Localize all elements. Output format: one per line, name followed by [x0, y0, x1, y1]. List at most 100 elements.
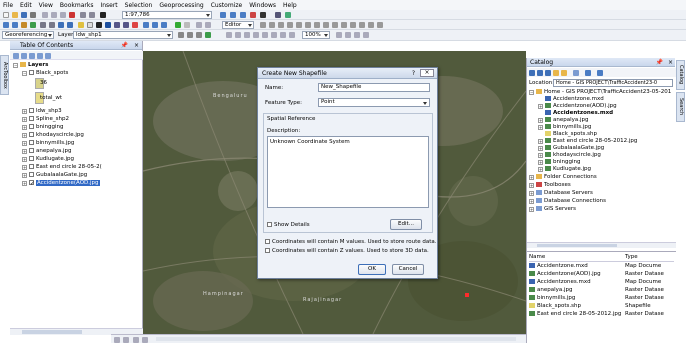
layer-select[interactable]: ldw_shp1: [73, 31, 173, 39]
table-row[interactable]: East end circle 28-05-2012.jpg Raster Dat…: [529, 311, 674, 318]
python-icon[interactable]: [260, 12, 266, 18]
create-features-icon[interactable]: [377, 22, 383, 28]
catalog-item-binnymills[interactable]: + binnymills.jpg: [538, 124, 591, 131]
zoom-whole-page-icon[interactable]: [253, 32, 259, 38]
catalog-item-bningging[interactable]: + bningging: [538, 159, 580, 166]
point-icon[interactable]: [305, 22, 311, 28]
edit-vertices-icon[interactable]: [314, 22, 320, 28]
menu-file[interactable]: File: [3, 2, 13, 9]
forward-extent-icon[interactable]: [67, 22, 73, 28]
catalog-tree-scrollbar[interactable]: [527, 242, 676, 248]
attributes-icon[interactable]: [359, 22, 365, 28]
zoom-out-icon[interactable]: [12, 22, 18, 28]
editor-menu[interactable]: Editor: [222, 21, 254, 29]
catalog-toolboxes[interactable]: + Toolboxes: [529, 182, 571, 189]
layout-zoom-in-icon[interactable]: [226, 32, 232, 38]
catalog-close-icon[interactable]: ×: [668, 58, 673, 67]
toc-layer-kudlugate[interactable]: + Kudlugate.jpg: [22, 156, 74, 163]
add-control-points-icon[interactable]: [196, 32, 202, 38]
edit-button[interactable]: Edit...: [390, 219, 422, 230]
z-values-checkbox[interactable]: Coordinates will contain Z values. Used …: [265, 248, 429, 254]
cancel-button[interactable]: Cancel: [392, 264, 424, 275]
clear-selection-icon[interactable]: [87, 22, 93, 28]
copy-icon[interactable]: [51, 12, 57, 18]
toc-close-icon[interactable]: ×: [134, 41, 139, 50]
toc-scroll-thumb[interactable]: [22, 330, 82, 334]
layout-pan-icon[interactable]: [244, 32, 250, 38]
data-view-tab-icon[interactable]: [123, 337, 129, 343]
menu-insert[interactable]: Insert: [100, 2, 117, 9]
description-textarea[interactable]: Unknown Coordinate System: [267, 136, 429, 208]
zoom-100-icon[interactable]: [262, 32, 268, 38]
toggle-draft-icon[interactable]: [336, 32, 342, 38]
list-by-drawing-order-icon[interactable]: [13, 53, 19, 59]
table-row[interactable]: binnymills.jpg Raster Datase: [529, 295, 674, 302]
menu-bookmarks[interactable]: Bookmarks: [60, 2, 94, 9]
list-by-selection-icon[interactable]: [37, 53, 43, 59]
pan-icon[interactable]: [21, 22, 27, 28]
list-by-visibility-icon[interactable]: [29, 53, 35, 59]
pause-drawing-icon[interactable]: [142, 337, 148, 343]
toc-layer-spline-shp2[interactable]: + Spline_shp2: [22, 116, 69, 123]
catalog-item-gubalaalagate[interactable]: + GubalaalaGate.jpg: [538, 145, 604, 152]
toc-pin-icon[interactable]: 📌: [121, 41, 128, 50]
arctoolbox-side-tab[interactable]: ArcToolbox: [0, 55, 9, 95]
table-row[interactable]: Accidentzone(AOD).jpg Raster Datase: [529, 271, 674, 278]
list-by-source-icon[interactable]: [21, 53, 27, 59]
select-elements-icon[interactable]: [96, 22, 102, 28]
catalog-home-folder[interactable]: − Home - GIS PROJECT\TrafficAccident23-05…: [529, 89, 671, 96]
catalog-item-accidentzone-mxd[interactable]: Accidentzone.mxd: [545, 96, 604, 103]
shift-icon[interactable]: [187, 32, 193, 38]
menu-customize[interactable]: Customize: [211, 2, 243, 9]
go-to-xy-icon[interactable]: [152, 22, 158, 28]
layout-zoom-combo[interactable]: 100%: [302, 31, 330, 39]
catalog-pin-icon[interactable]: 📌: [656, 58, 663, 67]
arctoolbox-icon[interactable]: [250, 12, 256, 18]
straight-segment-icon[interactable]: [278, 22, 284, 28]
catalog-item-black-spots-shp[interactable]: Black_spots.shp: [545, 131, 597, 138]
identify-icon[interactable]: [105, 22, 111, 28]
forward-icon[interactable]: [537, 70, 543, 76]
ok-button[interactable]: OK: [358, 264, 386, 275]
save-icon[interactable]: [21, 12, 27, 18]
time-slider-icon[interactable]: [161, 22, 167, 28]
catalog-side-tab[interactable]: Catalog: [676, 60, 685, 90]
toc-layer-accidentzone-aod[interactable]: + ✓ Accidentzone(AOD.jpg: [22, 180, 100, 187]
toc-layer-ldw-shp3[interactable]: + ldw_shp3: [22, 108, 62, 115]
toc-window-icon[interactable]: [230, 12, 236, 18]
fixed-zoom-in-layout-icon[interactable]: [271, 32, 277, 38]
toc-layer-east-end-circle[interactable]: + East end circle 28-05-2(: [22, 164, 102, 171]
redo-icon[interactable]: [89, 12, 95, 18]
table-row[interactable]: anepalya.jpg Raster Datase: [529, 287, 674, 294]
focus-data-frame-icon[interactable]: [345, 32, 351, 38]
catalog-folder-connections[interactable]: + Folder Connections: [529, 174, 597, 181]
accident-point-marker[interactable]: [465, 293, 469, 297]
catalog-gis-servers[interactable]: + GIS Servers: [529, 206, 576, 213]
edit-annotation-icon[interactable]: [269, 22, 275, 28]
data-driven-pages-icon[interactable]: [363, 32, 369, 38]
sketch-properties-icon[interactable]: [368, 22, 374, 28]
whats-this-icon[interactable]: [285, 12, 291, 18]
catalog-item-accidentzones-mxd[interactable]: Accidentzones.mxd: [545, 110, 613, 117]
layout-view-icon[interactable]: [114, 337, 120, 343]
zoom-in-icon[interactable]: [3, 22, 9, 28]
location-input[interactable]: Home - GIS PROJECT\TrafficAccident23-0: [553, 79, 673, 87]
rotate-map-icon[interactable]: [178, 32, 184, 38]
catalog-database-servers[interactable]: + Database Servers: [529, 190, 593, 197]
catalog-item-kudlugate[interactable]: + Kudlugate.jpg: [538, 166, 591, 173]
toc-layers-root[interactable]: − Layers: [13, 62, 48, 69]
toc-layer-anepalya[interactable]: + anepalya.jpg: [22, 148, 72, 155]
cut-polygons-icon[interactable]: [332, 22, 338, 28]
catalog-item-khodayscircle[interactable]: + khodayscircle.jpg: [538, 152, 601, 159]
catalog-options-icon[interactable]: [597, 70, 603, 76]
home-folder-icon[interactable]: [561, 70, 567, 76]
edit-tool-icon[interactable]: [260, 22, 266, 28]
table-row[interactable]: Accidentzone.mxd Map Docume: [529, 263, 674, 270]
endpoint-arc-icon[interactable]: [287, 22, 293, 28]
menu-geoprocessing[interactable]: Geoprocessing: [159, 2, 203, 9]
fixed-zoom-in-icon[interactable]: [40, 22, 46, 28]
back-icon[interactable]: [529, 70, 535, 76]
catalog-window-icon[interactable]: [240, 12, 246, 18]
m-values-checkbox[interactable]: Coordinates will contain M values. Used …: [265, 239, 437, 245]
data-view-icon[interactable]: [205, 22, 211, 28]
